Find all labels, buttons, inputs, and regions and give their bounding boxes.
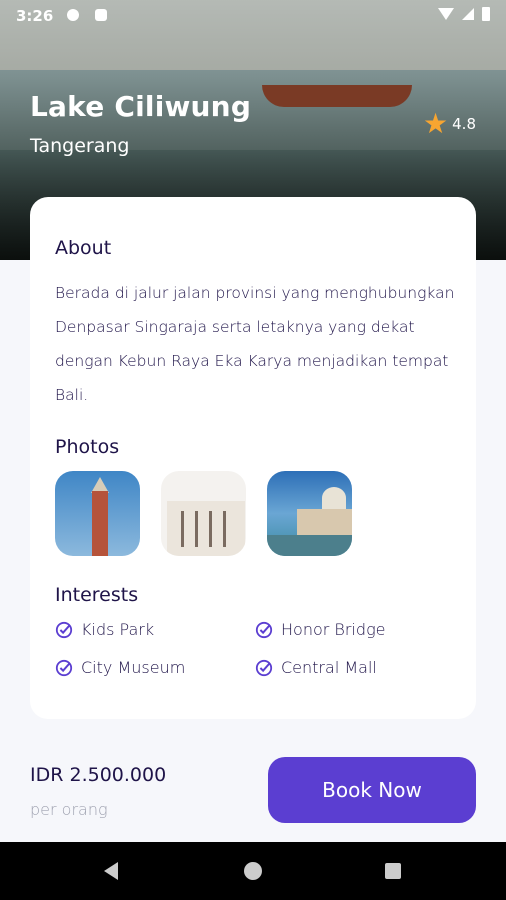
- building-facade: [167, 501, 245, 556]
- book-now-button[interactable]: Book Now: [268, 757, 476, 823]
- star-icon: ★: [423, 107, 449, 140]
- destination-location: Tangerang: [30, 135, 130, 157]
- status-time: 3:26: [16, 7, 54, 25]
- window: [195, 511, 198, 547]
- interest-item: Central Mall: [255, 658, 377, 677]
- signal-icon: [462, 8, 474, 20]
- dome: [322, 487, 346, 509]
- about-heading: About: [55, 237, 112, 259]
- rating-value: 4.8: [452, 115, 476, 133]
- about-text: Berada di jalur jalan provinsi yang meng…: [55, 284, 455, 404]
- home-icon[interactable]: [244, 862, 262, 880]
- tower: [92, 491, 108, 556]
- interest-item: City Museum: [55, 658, 185, 677]
- photo-thumbnail-2[interactable]: [161, 471, 246, 556]
- window: [181, 511, 184, 547]
- status-bar: 3:26: [0, 0, 506, 32]
- price-unit: per orang: [30, 800, 108, 819]
- window: [223, 511, 226, 547]
- system-nav-bar: [0, 842, 506, 900]
- battery-icon: [482, 7, 490, 21]
- status-icons: [438, 7, 490, 21]
- window: [209, 511, 212, 547]
- back-icon[interactable]: [104, 862, 118, 880]
- interest-label: Honor Bridge: [281, 620, 386, 639]
- interest-label: Central Mall: [281, 658, 377, 677]
- price: IDR 2.500.000: [30, 764, 167, 786]
- interest-item: Kids Park: [55, 620, 154, 639]
- interest-label: City Museum: [81, 658, 186, 677]
- detail-card: About Berada di jalur jalan provinsi yan…: [30, 197, 476, 719]
- wifi-icon: [438, 8, 454, 20]
- canal-water: [267, 535, 352, 556]
- interests-heading: Interests: [55, 584, 139, 606]
- photos-heading: Photos: [55, 436, 120, 458]
- play-protect-icon: [67, 9, 79, 21]
- check-circle-icon: [255, 659, 273, 676]
- recent-apps-icon[interactable]: [385, 863, 401, 879]
- photo-thumbnail-3[interactable]: [267, 471, 352, 556]
- check-circle-icon: [55, 659, 73, 676]
- sd-card-icon: [95, 9, 107, 21]
- destination-title: Lake Ciliwung: [30, 90, 252, 123]
- hero-boat: [262, 85, 412, 107]
- booking-footer: IDR 2.500.000 per orang Book Now: [0, 740, 506, 840]
- rating: ★ 4.8: [423, 110, 476, 138]
- check-circle-icon: [255, 621, 273, 638]
- check-circle-icon: [55, 621, 73, 638]
- interest-item: Honor Bridge: [255, 620, 386, 639]
- photo-thumbnail-1[interactable]: [55, 471, 140, 556]
- interest-label: Kids Park: [81, 620, 155, 639]
